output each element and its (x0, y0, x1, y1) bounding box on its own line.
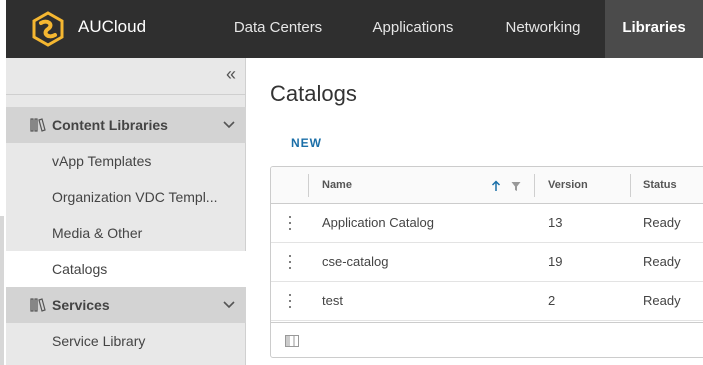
sidebar-section-content-libraries[interactable]: Content Libraries (6, 107, 246, 143)
table-row[interactable]: cse-catalog 19 Ready (271, 243, 703, 282)
library-icon (30, 297, 46, 313)
new-button[interactable]: NEW (291, 136, 322, 150)
sidebar-section-label: Services (52, 297, 110, 313)
column-toggle-icon[interactable] (285, 334, 299, 347)
nav-libraries[interactable]: Libraries (605, 0, 703, 58)
cell-name: test (322, 293, 343, 308)
sidebar-collapse-bar: « (6, 58, 246, 95)
cell-version: 13 (548, 215, 563, 230)
table-row[interactable]: test 2 Ready (271, 282, 703, 321)
sidebar-item-vapp-templates[interactable]: vApp Templates (6, 143, 246, 179)
filter-icon[interactable] (511, 179, 521, 197)
cell-status: Ready (643, 293, 681, 308)
table-row[interactable]: Application Catalog 13 Ready (271, 204, 703, 243)
sidebar-item-service-library[interactable]: Service Library (6, 323, 246, 359)
window-edge-bar (0, 216, 4, 365)
chevron-down-icon[interactable] (222, 297, 236, 311)
nav-networking[interactable]: Networking (483, 0, 603, 58)
double-chevron-left-icon[interactable]: « (226, 64, 236, 85)
aucloud-logo-icon (28, 9, 68, 49)
top-header: AUCloud Data Centers Applications Networ… (6, 0, 703, 58)
sidebar-item-label: Organization VDC Templ... (52, 189, 218, 205)
sidebar-item-media-other[interactable]: Media & Other (6, 215, 246, 251)
cell-version: 2 (548, 293, 556, 308)
page-title: Catalogs (270, 81, 357, 106)
sidebar-item-catalogs[interactable]: Catalogs (6, 251, 246, 287)
main-content: Catalogs NEW Name Version Status Applica… (247, 58, 703, 365)
sidebar-item-org-vdc-templates[interactable]: Organization VDC Templ... (6, 179, 246, 215)
cell-name: Application Catalog (322, 215, 435, 230)
sidebar-item-label: Catalogs (52, 261, 108, 277)
cell-version: 19 (548, 254, 563, 269)
row-actions-icon[interactable] (284, 253, 296, 271)
grid-header: Name Version Status (271, 167, 703, 204)
column-header-version[interactable]: Version (548, 179, 588, 191)
app-title: AUCloud (78, 17, 147, 36)
row-actions-icon[interactable] (284, 292, 296, 310)
sidebar-section-services[interactable]: Services (6, 287, 246, 323)
sort-ascending-icon[interactable] (491, 179, 501, 197)
sidebar-item-label: Service Library (52, 333, 146, 349)
cell-status: Ready (643, 215, 681, 230)
nav-applications[interactable]: Applications (348, 0, 478, 58)
cell-status: Ready (643, 254, 681, 269)
catalogs-grid: Name Version Status Application Catalog … (270, 166, 703, 358)
column-separator (630, 174, 631, 197)
sidebar-item-label: Media & Other (52, 225, 143, 241)
row-actions-icon[interactable] (284, 214, 296, 232)
cell-name: cse-catalog (322, 254, 389, 269)
column-header-name[interactable]: Name (322, 179, 352, 191)
grid-footer (271, 322, 703, 357)
chevron-down-icon[interactable] (222, 117, 236, 131)
sidebar-item-label: vApp Templates (52, 153, 152, 169)
column-separator (308, 174, 309, 197)
nav-data-centers[interactable]: Data Centers (213, 0, 343, 58)
column-header-status[interactable]: Status (643, 179, 677, 191)
column-separator (534, 174, 535, 197)
sidebar-section-label: Content Libraries (52, 117, 168, 133)
sidebar: « Content Libraries vApp Templates Organ… (6, 58, 246, 365)
library-icon (30, 117, 46, 133)
